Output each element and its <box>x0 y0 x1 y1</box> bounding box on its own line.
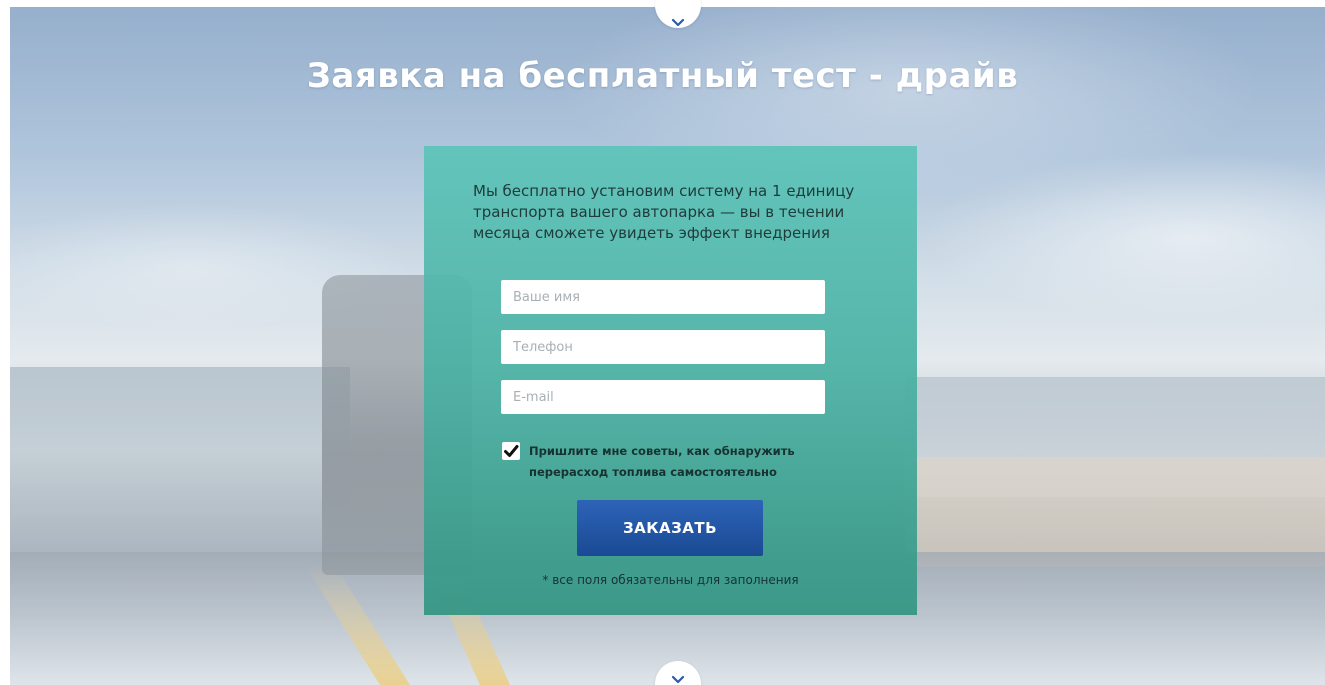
consent-checkbox[interactable] <box>501 441 521 461</box>
test-drive-form: Мы бесплатно установим систему на 1 един… <box>424 146 917 615</box>
order-button[interactable]: ЗАКАЗАТЬ <box>577 500 763 556</box>
email-input[interactable] <box>501 380 825 414</box>
consent-row: Пришлите мне советы, как обнаружить пере… <box>501 441 841 483</box>
phone-input[interactable] <box>501 330 825 364</box>
chevron-down-icon <box>671 675 685 685</box>
page-title: Заявка на бесплатный тест - драйв <box>306 56 1019 96</box>
form-intro-text: Мы бесплатно установим систему на 1 един… <box>473 182 855 242</box>
name-input[interactable] <box>501 280 825 314</box>
chevron-down-icon <box>671 18 685 28</box>
required-fields-note: * все поля обязательны для заполнения <box>542 573 799 587</box>
checkmark-icon <box>502 442 520 460</box>
page: Заявка на бесплатный тест - драйв Мы бес… <box>0 0 1325 685</box>
consent-label[interactable]: Пришлите мне советы, как обнаружить пере… <box>529 441 841 483</box>
